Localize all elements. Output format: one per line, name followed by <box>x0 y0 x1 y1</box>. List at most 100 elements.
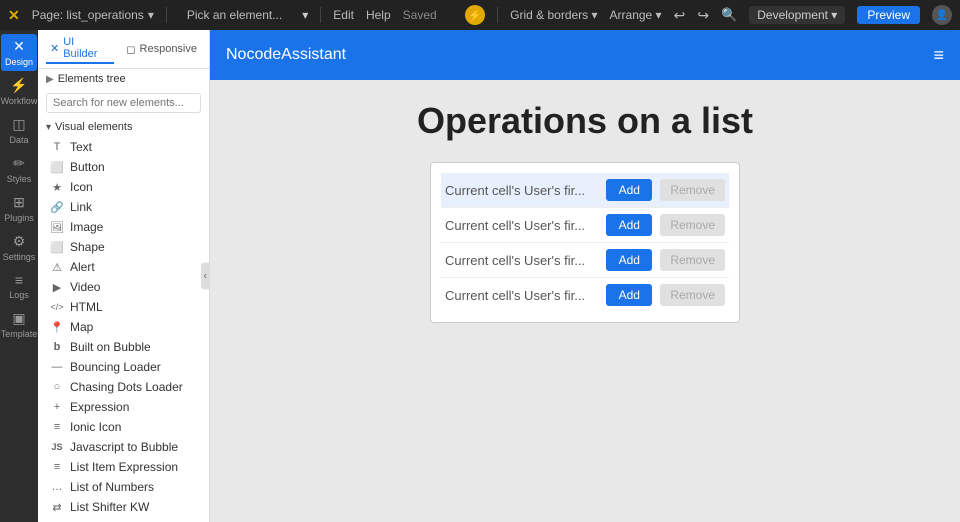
element-item-map[interactable]: 📍 Map <box>38 317 209 337</box>
topbar-page[interactable]: Page: list_operations ▾ <box>32 8 154 22</box>
link-element-icon: 🔗 <box>50 201 64 214</box>
icon-element-icon: ★ <box>50 181 64 194</box>
grid-borders-button[interactable]: Grid & borders ▾ <box>510 8 597 22</box>
element-item-built-on-bubble[interactable]: b Built on Bubble <box>38 337 209 357</box>
list-row-text-2: Current cell's User's fir... <box>445 218 598 233</box>
user-avatar[interactable]: 👤 <box>932 5 952 25</box>
bolt-icon: ⚡ <box>465 5 485 25</box>
left-panel: ✕ UI Builder ◻ Responsive ▶ Elements tre… <box>38 30 210 522</box>
element-item-icon[interactable]: ★ Icon <box>38 177 209 197</box>
tab-responsive[interactable]: ◻ Responsive <box>122 41 201 58</box>
pick-arrow-icon: ▾ <box>302 8 308 22</box>
tab-ui-builder-label: UI Builder <box>63 36 110 60</box>
list-row: Current cell's User's fir... Add Remove <box>441 208 729 243</box>
sidebar-item-logs[interactable]: ≡ Logs <box>1 268 37 304</box>
app-title: NocodeAssistant <box>226 46 346 64</box>
topbar: ✕ Page: list_operations ▾ Pick an elemen… <box>0 0 960 30</box>
collapse-panel-button[interactable]: ‹ <box>201 263 210 290</box>
data-icon: ◫ <box>12 116 25 133</box>
saved-status: Saved <box>403 8 437 22</box>
video-element-icon: ▶ <box>50 281 64 294</box>
sidebar-item-template[interactable]: ▣ Template <box>1 306 37 343</box>
remove-button-4[interactable]: Remove <box>660 284 725 306</box>
element-item-text[interactable]: T Text <box>38 137 209 157</box>
arrange-button[interactable]: Arrange ▾ <box>610 8 662 22</box>
remove-button-1[interactable]: Remove <box>660 179 725 201</box>
search-elements-input[interactable] <box>46 93 201 113</box>
element-item-html[interactable]: </> HTML <box>38 297 209 317</box>
list-item-expression-icon: ≡ <box>50 461 64 473</box>
chasing-dots-icon: ○ <box>50 381 64 393</box>
element-item-ionic-icon[interactable]: ≡ Ionic Icon <box>38 417 209 437</box>
element-item-maestro[interactable]: ♪ Maestro <box>38 517 209 522</box>
list-row: Current cell's User's fir... Add Remove <box>441 173 729 208</box>
sidebar-item-styles[interactable]: ✏ Styles <box>1 151 37 188</box>
undo-button[interactable]: ↩ <box>674 7 686 24</box>
element-item-expression[interactable]: + Expression <box>38 397 209 417</box>
redo-button[interactable]: ↪ <box>697 7 709 24</box>
visual-elements-arrow-icon: ▾ <box>46 122 51 133</box>
logs-icon: ≡ <box>15 272 23 288</box>
design-icon: ✕ <box>13 38 25 55</box>
sidebar-item-logs-label: Logs <box>9 290 29 300</box>
element-item-shape[interactable]: ⬜ Shape <box>38 237 209 257</box>
icon-sidebar: ✕ Design ⚡ Workflow ◫ Data ✏ Styles ⊞ Pl… <box>0 30 38 522</box>
sidebar-item-workflow[interactable]: ⚡ Workflow <box>1 73 37 110</box>
element-item-javascript-to-bubble[interactable]: JS Javascript to Bubble <box>38 437 209 457</box>
preview-button[interactable]: Preview <box>857 6 920 24</box>
add-button-4[interactable]: Add <box>606 284 652 306</box>
text-element-icon: T <box>50 141 64 153</box>
edit-menu[interactable]: Edit <box>333 8 354 22</box>
element-item-list-item-expression[interactable]: ≡ List Item Expression <box>38 457 209 477</box>
list-row: Current cell's User's fir... Add Remove <box>441 278 729 312</box>
shape-element-icon: ⬜ <box>50 241 64 254</box>
sidebar-item-data[interactable]: ◫ Data <box>1 112 37 149</box>
element-item-list-of-numbers[interactable]: … List of Numbers <box>38 477 209 497</box>
element-item-list-shifter-kw[interactable]: ⇄ List Shifter KW <box>38 497 209 517</box>
add-button-2[interactable]: Add <box>606 214 652 236</box>
remove-button-2[interactable]: Remove <box>660 214 725 236</box>
element-item-alert[interactable]: ⚠ Alert <box>38 257 209 277</box>
search-icon[interactable]: 🔍 <box>721 7 737 23</box>
sidebar-item-design[interactable]: ✕ Design <box>1 34 37 71</box>
pick-element-button[interactable]: Pick an element... <box>179 8 290 22</box>
tab-ui-builder[interactable]: ✕ UI Builder <box>46 34 114 64</box>
visual-elements-header[interactable]: ▾ Visual elements <box>38 117 209 137</box>
element-item-link[interactable]: 🔗 Link <box>38 197 209 217</box>
page-label: Page: list_operations <box>32 8 144 22</box>
list-row-text-1: Current cell's User's fir... <box>445 183 598 198</box>
elements-list: T Text ⬜ Button ★ Icon 🔗 Link 🖼 Image ⬜ <box>38 137 209 522</box>
topbar-divider <box>166 7 167 23</box>
map-element-icon: 📍 <box>50 321 64 334</box>
dev-mode-button[interactable]: Development ▾ <box>749 6 845 24</box>
list-row: Current cell's User's fir... Add Remove <box>441 243 729 278</box>
plugins-icon: ⊞ <box>13 194 25 211</box>
canvas-content: Operations on a list Current cell's User… <box>210 80 960 522</box>
sidebar-item-design-label: Design <box>5 57 33 67</box>
element-item-bouncing-loader[interactable]: — Bouncing Loader <box>38 357 209 377</box>
elements-tree-section[interactable]: ▶ Elements tree <box>38 69 209 89</box>
hamburger-menu-icon[interactable]: ≡ <box>933 45 944 66</box>
expression-icon: + <box>50 401 64 413</box>
html-element-icon: </> <box>50 302 64 312</box>
element-item-chasing-dots[interactable]: ○ Chasing Dots Loader <box>38 377 209 397</box>
sidebar-item-styles-label: Styles <box>7 174 32 184</box>
remove-button-3[interactable]: Remove <box>660 249 725 271</box>
element-item-video[interactable]: ▶ Video <box>38 277 209 297</box>
element-item-image[interactable]: 🖼 Image <box>38 217 209 237</box>
page-arrow-icon: ▾ <box>148 8 154 22</box>
main-layout: ✕ Design ⚡ Workflow ◫ Data ✏ Styles ⊞ Pl… <box>0 30 960 522</box>
sidebar-item-plugins[interactable]: ⊞ Plugins <box>1 190 37 227</box>
element-item-button[interactable]: ⬜ Button <box>38 157 209 177</box>
image-element-icon: 🖼 <box>50 221 64 234</box>
sidebar-item-data-label: Data <box>9 135 28 145</box>
sidebar-item-settings[interactable]: ⚙ Settings <box>1 229 37 266</box>
add-button-1[interactable]: Add <box>606 179 652 201</box>
settings-icon: ⚙ <box>13 233 26 250</box>
template-icon: ▣ <box>12 310 25 327</box>
add-button-3[interactable]: Add <box>606 249 652 271</box>
help-menu[interactable]: Help <box>366 8 391 22</box>
built-on-bubble-icon: b <box>50 341 64 353</box>
responsive-icon: ◻ <box>126 43 135 56</box>
left-panel-tabs: ✕ UI Builder ◻ Responsive <box>38 30 209 69</box>
